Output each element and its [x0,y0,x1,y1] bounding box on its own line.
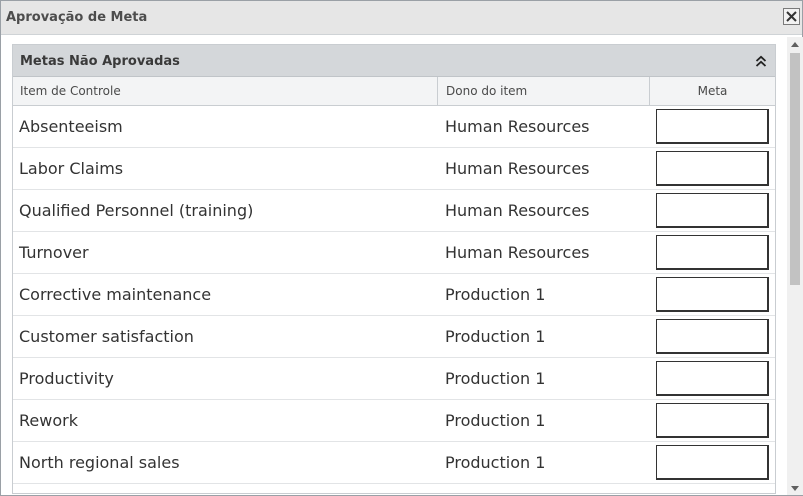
control-item-cell: Productivity [19,369,114,388]
table-row: Absenteeism Human Resources [13,106,775,148]
scroll-down-button[interactable] [787,481,803,495]
control-item-cell: North regional sales [19,453,180,472]
column-header-row: Item de Controle Dono do item Meta [13,77,775,106]
table-row: Qualified Personnel (training) Human Res… [13,190,775,232]
meta-input[interactable] [656,151,769,186]
control-item-cell: Qualified Personnel (training) [19,201,254,220]
meta-input[interactable] [656,403,769,438]
panel-header[interactable]: Metas Não Aprovadas [13,45,775,77]
meta-input[interactable] [656,193,769,228]
table-row: Turnover Human Resources [13,232,775,274]
meta-input[interactable] [656,235,769,270]
item-owner-cell: Production 1 [445,453,546,472]
scroll-up-arrow-icon [791,41,799,47]
close-button[interactable] [783,8,800,25]
table-row: North regional sales Production 1 [13,442,775,484]
item-owner-cell: Production 1 [445,411,546,430]
item-owner-cell: Human Resources [445,243,590,262]
column-divider[interactable] [437,77,438,106]
meta-input[interactable] [656,445,769,480]
window-title: Aprovação de Meta [6,10,148,25]
item-owner-cell: Production 1 [445,327,546,346]
double-chevron-up-icon [755,55,767,67]
title-bar: Aprovação de Meta [1,1,802,35]
meta-input[interactable] [656,361,769,396]
item-owner-cell: Human Resources [445,159,590,178]
item-owner-cell: Human Resources [445,117,590,136]
scroll-down-arrow-icon [791,485,799,491]
table-row: Rework Production 1 [13,400,775,442]
control-item-cell: Customer satisfaction [19,327,194,346]
close-icon [786,11,797,22]
scroll-up-button[interactable] [787,37,803,51]
table-row: Customer satisfaction Production 1 [13,316,775,358]
meta-input[interactable] [656,319,769,354]
control-item-cell: Labor Claims [19,159,124,178]
column-header-owner[interactable]: Dono do item [446,77,527,106]
table-row: Labor Claims Human Resources [13,148,775,190]
vertical-scrollbar[interactable] [787,37,803,495]
panel-title: Metas Não Aprovadas [20,54,180,69]
item-owner-cell: Production 1 [445,369,546,388]
control-item-cell: Rework [19,411,78,430]
approval-window: Aprovação de Meta Metas Não Aprovadas It… [0,0,803,496]
control-item-cell: Turnover [19,243,89,262]
meta-input[interactable] [656,277,769,312]
column-header-meta[interactable]: Meta [650,77,775,106]
collapse-button[interactable] [754,53,768,69]
table-row: Productivity Production 1 [13,358,775,400]
item-owner-cell: Production 1 [445,285,546,304]
goals-table-body: Absenteeism Human Resources Labor Claims… [13,106,775,484]
item-owner-cell: Human Resources [445,201,590,220]
column-header-item[interactable]: Item de Controle [20,77,121,106]
unapproved-goals-panel: Metas Não Aprovadas Item de Controle Don… [12,44,776,494]
scrollbar-thumb[interactable] [790,53,800,285]
control-item-cell: Absenteeism [19,117,123,136]
control-item-cell: Corrective maintenance [19,285,212,304]
table-row: Corrective maintenance Production 1 [13,274,775,316]
meta-input[interactable] [656,109,769,144]
